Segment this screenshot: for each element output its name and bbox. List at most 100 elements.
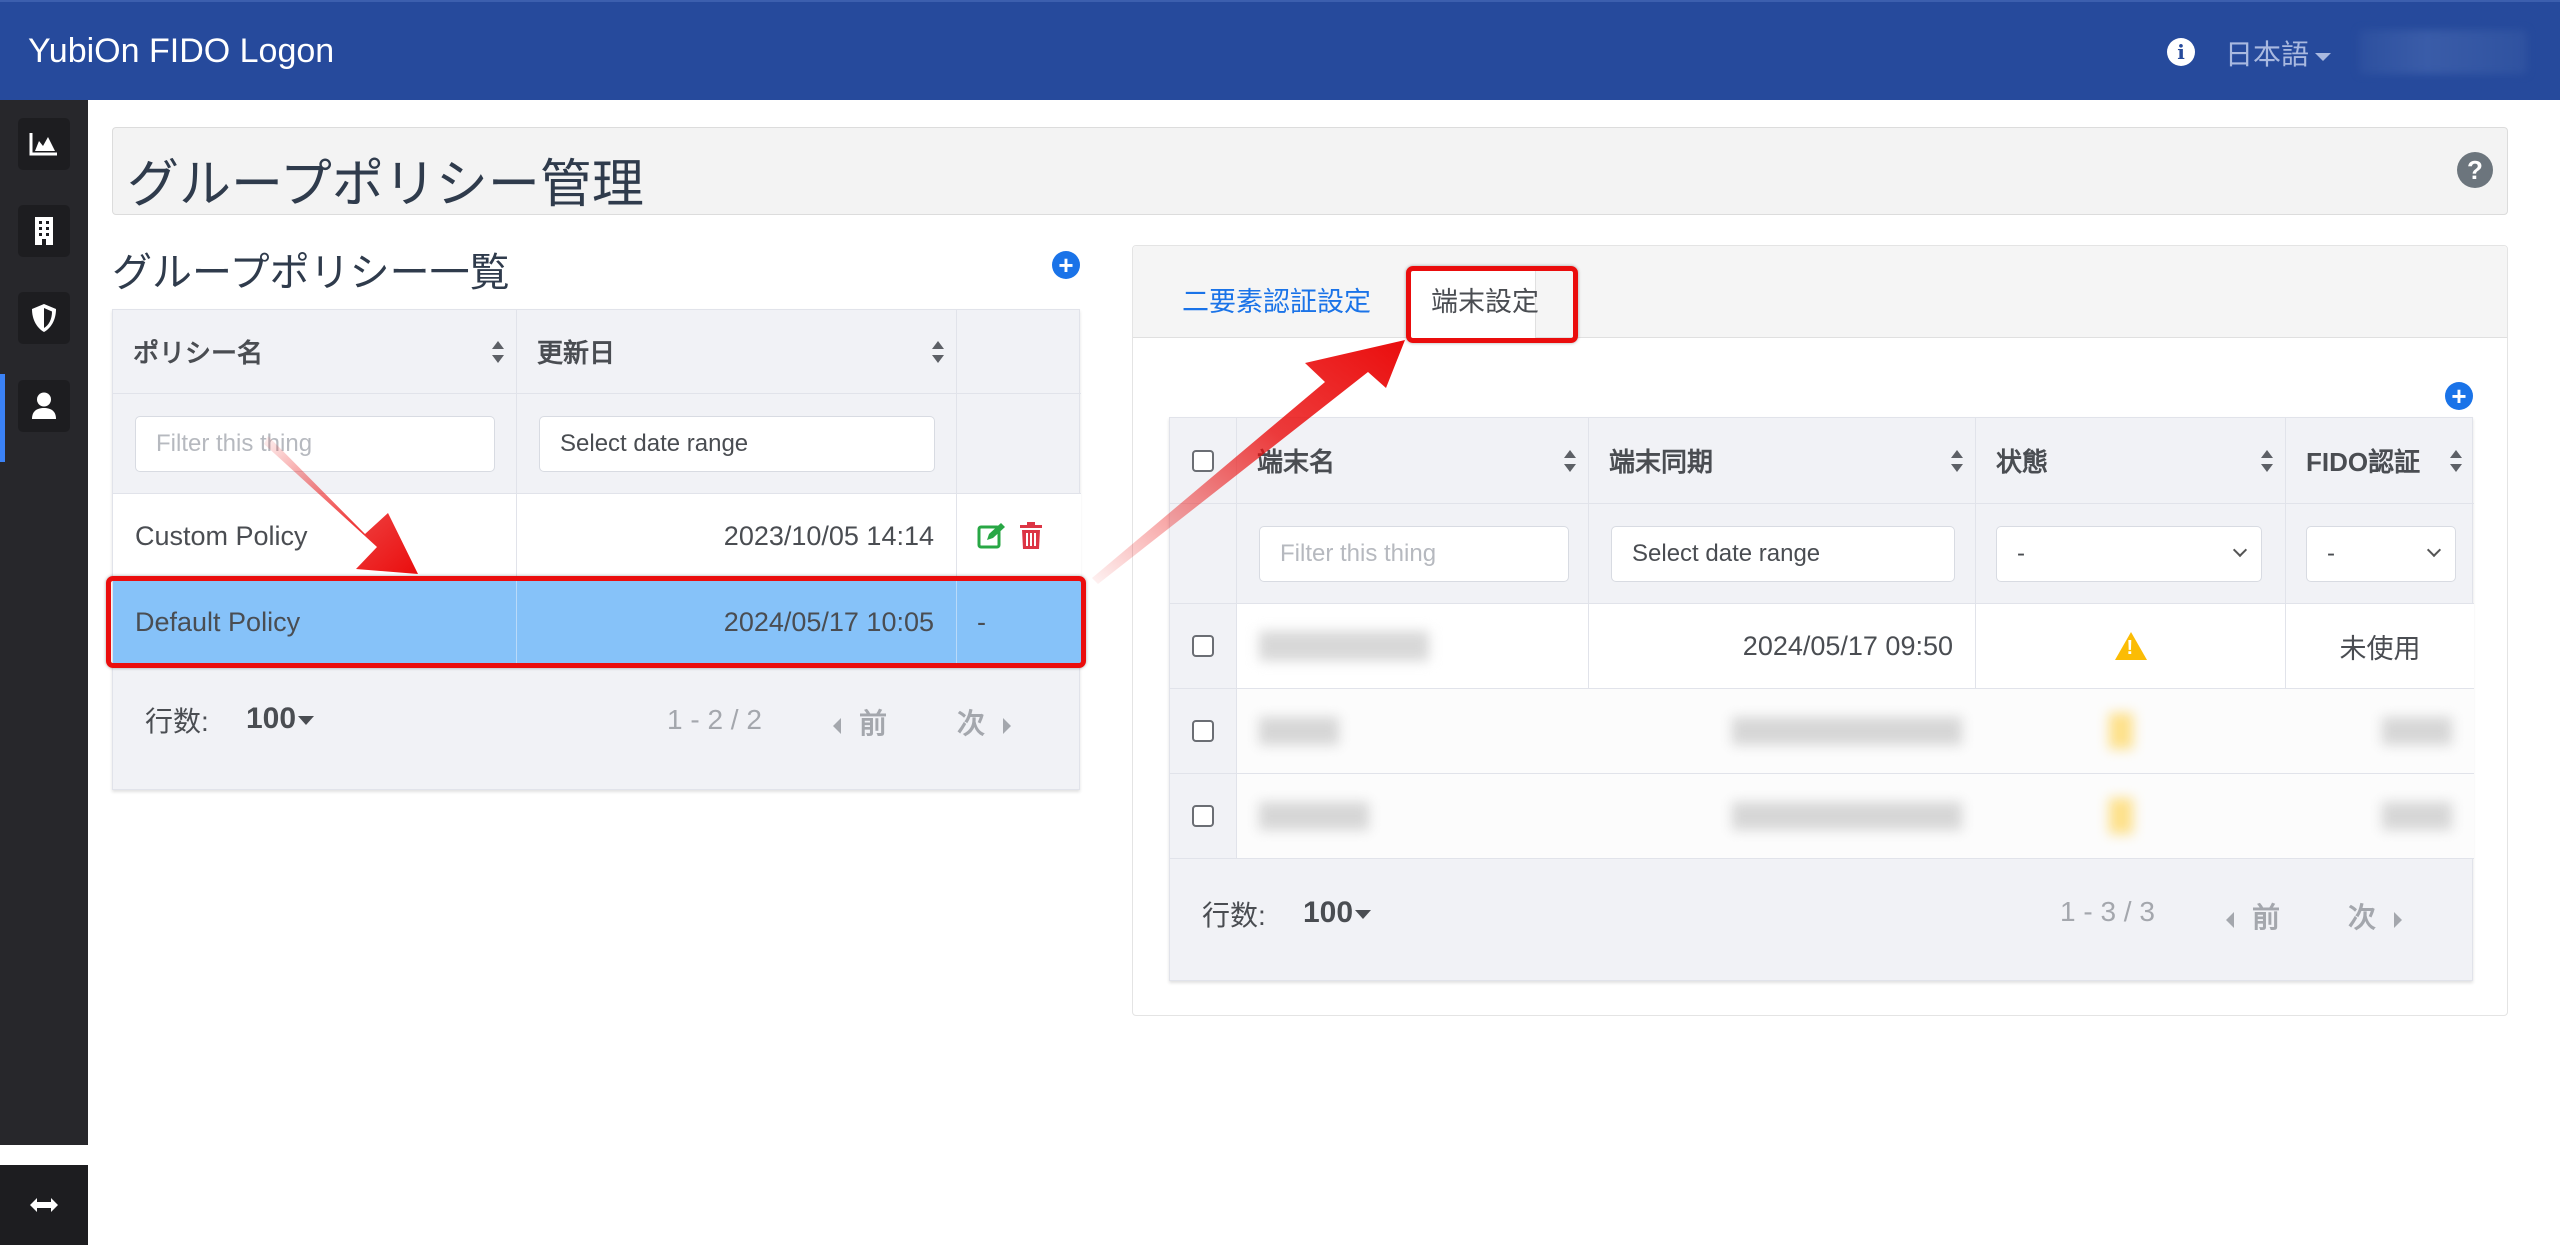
prev-page-button[interactable]: 前 <box>833 702 887 742</box>
blurred-sync-date <box>1732 717 1962 745</box>
warning-icon <box>2109 713 2133 749</box>
policy-table: ポリシー名 更新日 Filter this thing Select date … <box>112 309 1081 790</box>
rows-per-page-value: 100 <box>246 702 297 735</box>
status-cell <box>1976 604 2286 689</box>
language-label: 日本語 <box>2225 39 2310 70</box>
sidebar-toggle[interactable] <box>0 1165 88 1245</box>
caret-down-icon <box>1355 909 1372 919</box>
sort-icon[interactable] <box>2450 449 2462 472</box>
column-header-policy-name[interactable]: ポリシー名 <box>113 310 517 394</box>
device-sync-cell: 2024/05/17 09:50 <box>1589 604 1976 689</box>
add-policy-button[interactable]: + <box>1052 251 1080 279</box>
caret-left-icon <box>2226 911 2234 928</box>
blurred-fido-status <box>2382 802 2452 830</box>
row-checkbox[interactable] <box>1192 805 1214 827</box>
sidebar-item-group-policy[interactable] <box>18 292 70 344</box>
policy-name-cell[interactable]: Default Policy <box>113 579 517 666</box>
prev-label: 前 <box>2252 902 2281 933</box>
fido-filter-select[interactable]: - <box>2306 526 2456 582</box>
column-header-fido-auth[interactable]: FIDO認証 <box>2286 418 2474 504</box>
next-page-button[interactable]: 次 <box>957 702 1012 742</box>
device-table: 端末名 端末同期 状態 FIDO認証 Filter this thing Sel… <box>1169 417 2474 981</box>
row-select-cell <box>1170 689 1237 774</box>
expand-horizontal-icon <box>30 1198 58 1212</box>
status-filter-select[interactable]: - <box>1996 526 2262 582</box>
prev-label: 前 <box>859 708 888 739</box>
updated-cell: 2024/05/17 10:05 <box>517 579 957 666</box>
policy-name-cell[interactable]: Custom Policy <box>113 494 517 579</box>
sidebar-item-dashboard[interactable] <box>18 118 70 170</box>
filter-cell: Select date range <box>517 394 957 494</box>
actions-cell <box>957 494 1081 579</box>
select-value: - <box>2327 540 2335 567</box>
sidebar-item-users[interactable] <box>18 380 70 432</box>
updated-date-range-input[interactable]: Select date range <box>539 416 935 472</box>
sort-icon[interactable] <box>2261 449 2273 472</box>
area-chart-icon <box>29 133 57 156</box>
tab-device-settings[interactable]: 端末設定 <box>1431 280 1539 319</box>
rows-per-page-value: 100 <box>1303 896 1354 929</box>
caret-right-icon <box>2394 911 2403 928</box>
column-label: 端末同期 <box>1609 447 1714 477</box>
device-name-filter-input[interactable]: Filter this thing <box>1259 526 1569 582</box>
select-all-cell <box>1170 418 1237 504</box>
sidebar-item-organization[interactable] <box>18 205 70 257</box>
chevron-down-icon <box>2426 542 2442 558</box>
column-label: ポリシー名 <box>133 338 264 368</box>
device-name-cell[interactable] <box>1237 604 1589 689</box>
blurred-row-content <box>1237 774 2474 859</box>
sort-icon[interactable] <box>1564 449 1576 472</box>
column-label: 端末名 <box>1257 447 1336 477</box>
tab-bar: 二要素認証設定 端末設定 <box>1133 246 2507 339</box>
caret-down-icon <box>298 715 315 725</box>
user-menu-blurred[interactable] <box>2359 30 2527 74</box>
blurred-device-name <box>1259 802 1369 830</box>
next-label: 次 <box>957 708 986 739</box>
question-circle-icon[interactable]: ? <box>2457 152 2493 188</box>
app-title[interactable]: YubiOn FIDO Logon <box>28 32 334 71</box>
warning-icon <box>2109 798 2133 834</box>
page-title-bar: グループポリシー管理 ? <box>112 127 2508 215</box>
sort-icon[interactable] <box>492 340 504 363</box>
tab-two-factor-settings[interactable]: 二要素認証設定 <box>1182 280 1371 319</box>
column-header-updated[interactable]: 更新日 <box>517 310 957 394</box>
blurred-device-name <box>1259 631 1429 661</box>
language-dropdown[interactable]: 日本語 <box>2225 33 2332 73</box>
pagination-range: 1 - 2 / 2 <box>667 704 762 735</box>
policy-name-filter-input[interactable]: Filter this thing <box>135 416 495 472</box>
rows-per-page-label: 行数: <box>1202 900 1266 931</box>
row-checkbox[interactable] <box>1192 635 1214 657</box>
row-select-cell <box>1170 604 1237 689</box>
column-header-status[interactable]: 状態 <box>1976 418 2286 504</box>
rows-per-page-select[interactable]: 100 <box>1303 896 1372 930</box>
row-select-cell <box>1170 774 1237 859</box>
info-circle-icon[interactable]: i <box>2167 38 2195 66</box>
rows-per-page-select[interactable]: 100 <box>246 702 315 736</box>
select-all-checkbox[interactable] <box>1192 449 1214 472</box>
edit-icon[interactable] <box>977 522 1007 550</box>
rows-per-page-label: 行数: <box>145 706 209 737</box>
filter-cell: - <box>2286 504 2474 604</box>
filter-cell <box>1170 504 1237 604</box>
column-header-device-sync[interactable]: 端末同期 <box>1589 418 1976 504</box>
column-label: 更新日 <box>537 338 616 368</box>
top-navbar: YubiOn FIDO Logon i 日本語 <box>0 0 2560 100</box>
filter-cell: Filter this thing <box>1237 504 1589 604</box>
policy-list-heading: グループポリシー一覧 <box>112 251 510 295</box>
next-page-button[interactable]: 次 <box>2348 896 2403 936</box>
caret-right-icon <box>1003 717 1012 734</box>
select-value: - <box>2017 540 2025 567</box>
add-device-button[interactable]: + <box>2445 382 2473 410</box>
updated-cell: 2023/10/05 14:14 <box>517 494 957 579</box>
chevron-down-icon <box>2232 542 2248 558</box>
prev-page-button[interactable]: 前 <box>2226 896 2280 936</box>
device-sync-date-range-input[interactable]: Select date range <box>1611 526 1955 582</box>
filter-cell: - <box>1976 504 2286 604</box>
sort-icon[interactable] <box>932 340 944 363</box>
row-checkbox[interactable] <box>1192 720 1214 742</box>
next-label: 次 <box>2348 902 2377 933</box>
sort-icon[interactable] <box>1951 449 1963 472</box>
trash-icon[interactable] <box>1019 522 1043 550</box>
filter-cell: Filter this thing <box>113 394 517 494</box>
column-header-device-name[interactable]: 端末名 <box>1237 418 1589 504</box>
